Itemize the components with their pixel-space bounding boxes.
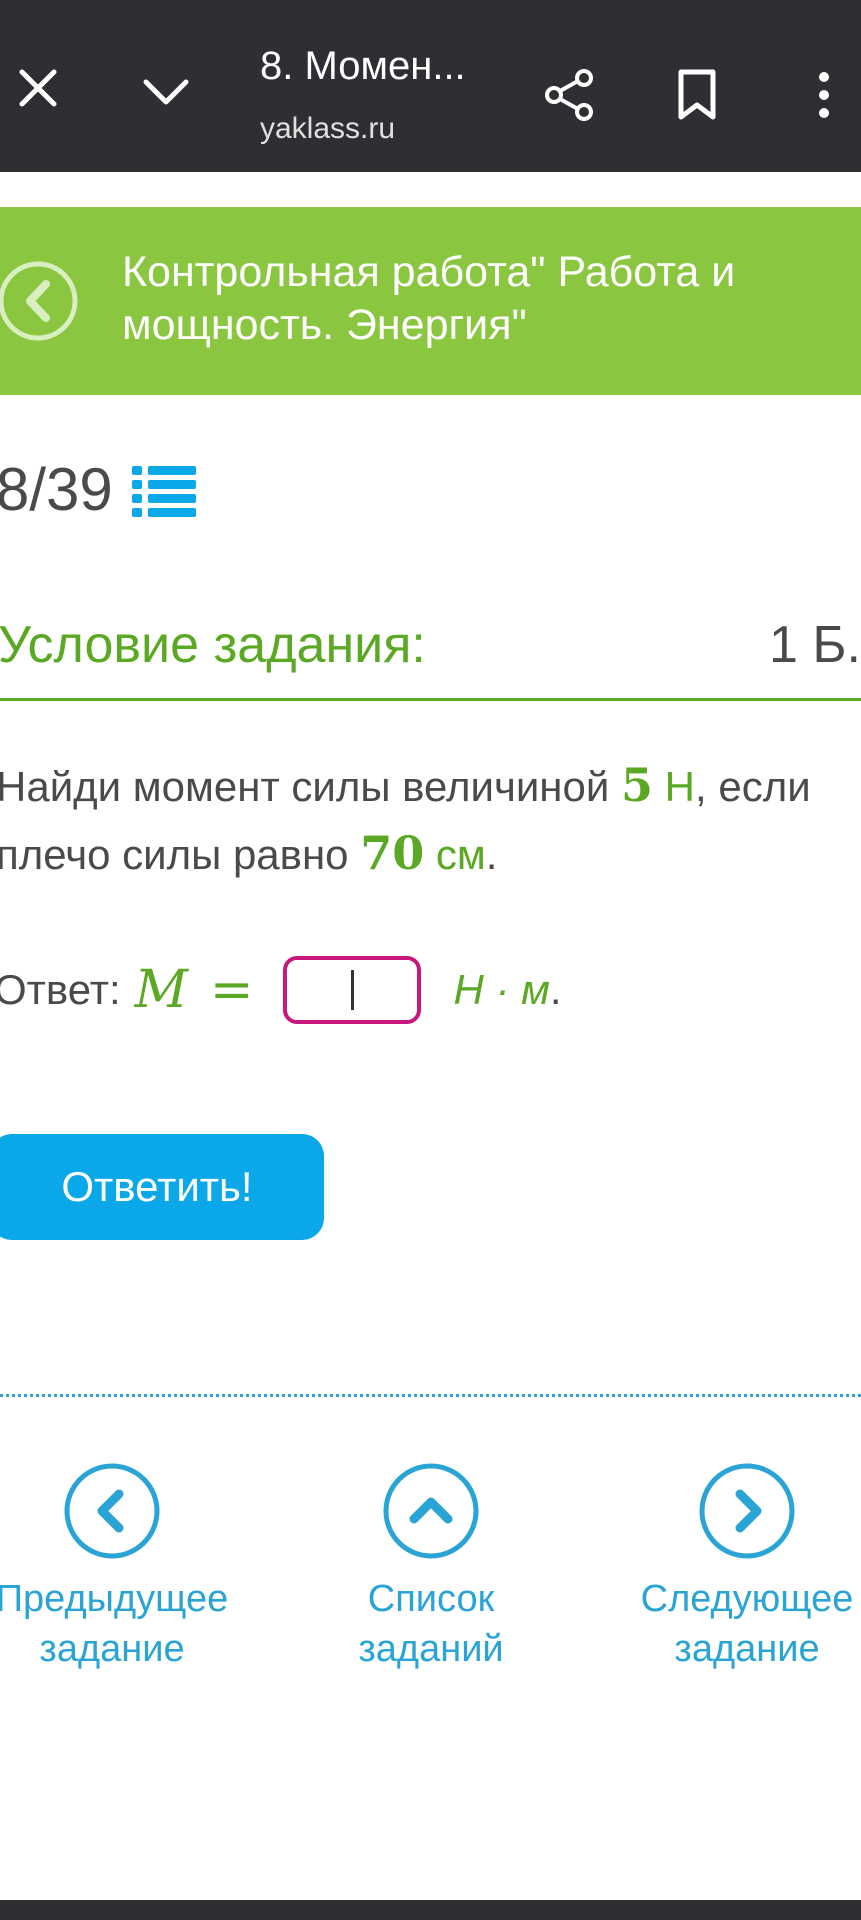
task-list-icon[interactable] — [132, 462, 196, 520]
page-url: yaklass.ru — [260, 112, 396, 145]
test-title: Контрольная работа" Работа и мощность. Э… — [122, 248, 736, 349]
points-value: 1 Б. — [769, 616, 861, 674]
next-task-label-1: Следующее — [640, 1578, 854, 1620]
chevron-right-circle-icon — [699, 1463, 795, 1559]
arm-value: 70 — [360, 826, 425, 880]
task-list-label-1: Список — [367, 1578, 495, 1620]
next-task-link[interactable]: Следующее задание — [627, 1462, 861, 1674]
prev-task-label-2: задание — [39, 1628, 185, 1670]
answer-variable: M — [134, 960, 188, 1020]
browser-toolbar: 8. Момен... yaklass.ru — [0, 0, 861, 172]
submit-answer-button[interactable]: Ответить! — [0, 1134, 324, 1240]
answer-label: Ответ: — [0, 966, 121, 1013]
arm-unit: см — [435, 831, 486, 878]
prev-task-link[interactable]: Предыдущее задание — [0, 1462, 232, 1674]
share-icon[interactable] — [540, 66, 598, 124]
force-value: 5 — [620, 758, 653, 812]
answer-unit: Н · м — [453, 966, 550, 1013]
tab-title: 8. Момен... — [260, 44, 466, 88]
more-vertical-icon[interactable] — [804, 66, 844, 124]
bookmark-icon[interactable] — [672, 66, 722, 124]
divider — [0, 698, 861, 701]
force-unit: Н — [664, 763, 696, 810]
dotted-divider — [0, 1394, 861, 1397]
task-counter: 8/39 — [0, 456, 113, 523]
answer-row: Ответ: M = Н · м . — [0, 955, 562, 1025]
task-text-end: . — [485, 831, 498, 878]
chevron-up-circle-icon — [383, 1463, 479, 1559]
answer-end: . — [549, 966, 562, 1013]
answer-input[interactable] — [283, 956, 422, 1024]
chevron-down-icon[interactable] — [134, 68, 198, 116]
system-nav-bar — [0, 1900, 861, 1920]
chevron-left-circle-icon — [64, 1463, 160, 1559]
task-list-link[interactable]: Список заданий — [311, 1462, 551, 1674]
task-text-part: Найди момент силы величиной — [0, 763, 621, 810]
condition-heading: Условие задания: — [0, 616, 426, 674]
answer-equals: = — [209, 960, 254, 1020]
text-caret — [351, 970, 355, 1010]
task-text: Найди момент силы величиной 5 Н, если пл… — [0, 752, 836, 888]
task-list-label-2: заданий — [358, 1628, 504, 1670]
next-task-label-2: задание — [674, 1628, 820, 1670]
prev-task-label-1: Предыдущее — [0, 1578, 229, 1620]
close-icon[interactable] — [10, 60, 66, 116]
back-arrow-icon[interactable] — [0, 256, 80, 346]
